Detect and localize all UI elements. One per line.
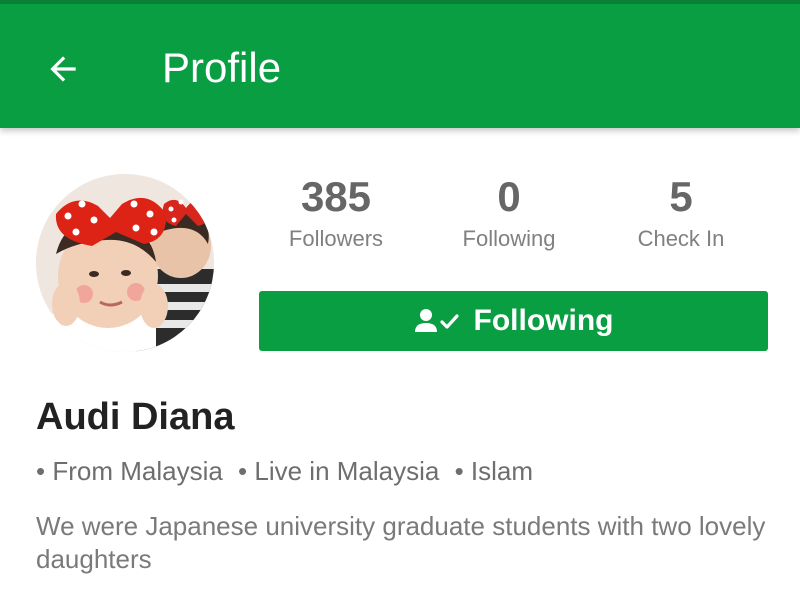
back-button[interactable] <box>36 42 90 96</box>
tag-origin: • From Malaysia <box>36 456 223 486</box>
stat-check-in[interactable]: 5 Check In <box>601 170 761 254</box>
following-button-label: Following <box>473 304 614 337</box>
status-strip <box>0 0 800 4</box>
profile-bio: We were Japanese university graduate stu… <box>36 511 766 574</box>
tag-residence: • Live in Malaysia <box>238 456 440 486</box>
profile-tags: • From Malaysia • Live in Malaysia • Isl… <box>36 452 533 490</box>
person-check-icon <box>414 306 460 336</box>
stat-value: 5 <box>669 173 693 220</box>
arrow-left-icon <box>50 56 76 82</box>
profile-name: Audi Diana <box>36 396 235 438</box>
app-bar: Profile <box>0 0 800 128</box>
avatar-photo <box>36 174 214 352</box>
stat-following[interactable]: 0 Following <box>429 170 589 254</box>
stat-label: Following <box>462 226 556 251</box>
following-button[interactable]: Following <box>259 291 768 351</box>
stat-followers[interactable]: 385 Followers <box>256 170 416 254</box>
stat-label: Followers <box>288 226 384 251</box>
tag-religion: • Islam <box>454 456 534 486</box>
stat-label: Check In <box>637 226 725 251</box>
avatar[interactable] <box>36 174 214 352</box>
stat-value: 385 <box>300 173 372 220</box>
page-title: Profile <box>162 44 282 91</box>
stat-value: 0 <box>497 173 521 220</box>
